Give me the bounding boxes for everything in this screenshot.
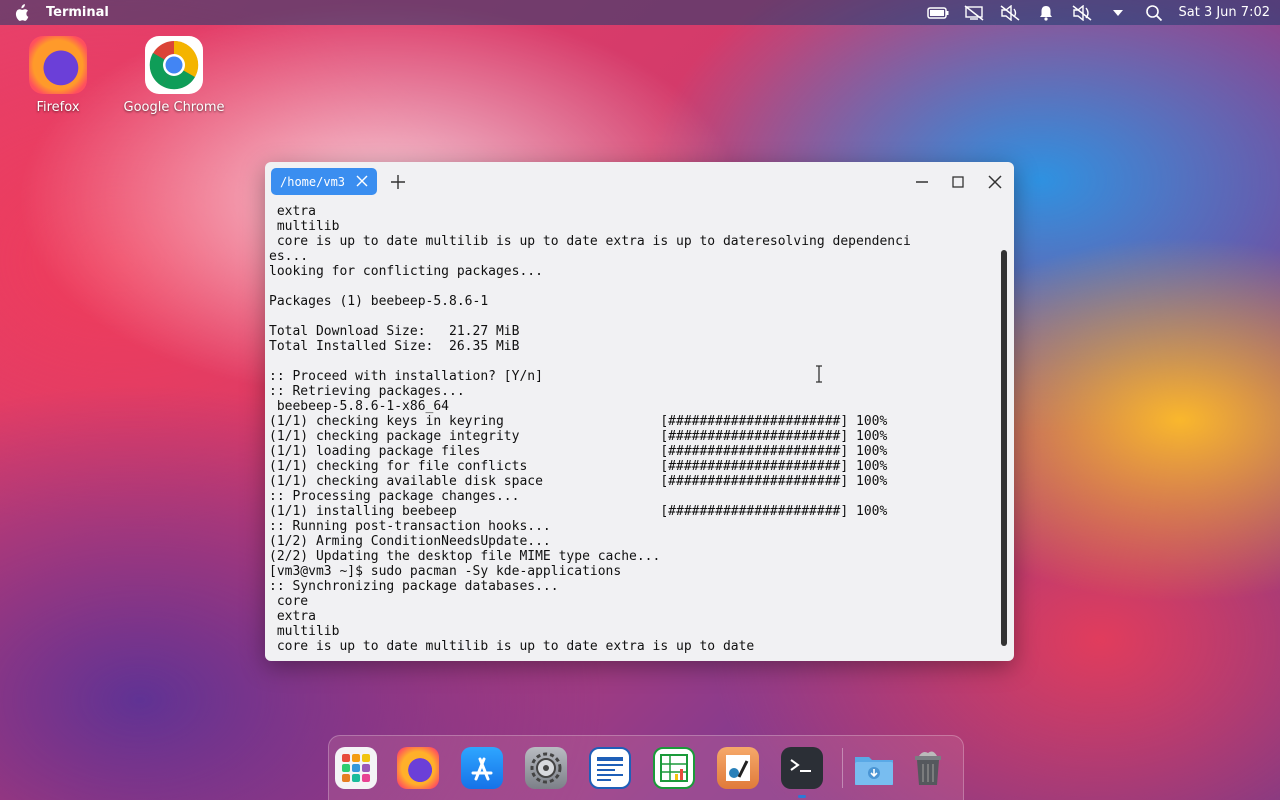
search-icon[interactable] bbox=[1143, 4, 1165, 22]
terminal-line: Total Download Size: 21.27 MiB bbox=[269, 324, 520, 339]
terminal-line: :: Processing package changes... bbox=[269, 489, 520, 504]
active-app-indicator bbox=[798, 795, 806, 798]
system-settings-icon[interactable] bbox=[525, 747, 567, 789]
terminal-line: core is up to date multilib is up to dat… bbox=[269, 234, 911, 249]
system-tray: Sat 3 Jun 7:02 bbox=[926, 0, 1271, 25]
terminal-line: (1/1) checking for file conflicts [#####… bbox=[269, 459, 888, 474]
desktop-icon-chrome[interactable]: Google Chrome bbox=[119, 36, 229, 115]
terminal-line: (1/1) installing beebeep [##############… bbox=[269, 504, 888, 519]
terminal-window[interactable]: /home/vm3 extra multilib core is up to d… bbox=[265, 162, 1014, 661]
close-tab-icon[interactable] bbox=[355, 174, 369, 188]
terminal-line: looking for conflicting packages... bbox=[269, 264, 543, 279]
terminal-line: :: Running post-transaction hooks... bbox=[269, 519, 551, 534]
audio-off-icon[interactable] bbox=[1071, 4, 1093, 22]
terminal-line: (1/1) checking package integrity [######… bbox=[269, 429, 888, 444]
terminal-line: (1/1) checking keys in keyring [########… bbox=[269, 414, 888, 429]
window-titlebar[interactable]: /home/vm3 bbox=[265, 162, 1014, 202]
battery-icon[interactable] bbox=[926, 4, 949, 22]
minimize-icon[interactable] bbox=[913, 173, 931, 191]
active-app-name[interactable]: Terminal bbox=[46, 5, 109, 20]
text-cursor-icon bbox=[816, 365, 822, 383]
chrome-icon bbox=[145, 36, 203, 94]
terminal-line: Packages (1) beebeep-5.8.6-1 bbox=[269, 294, 489, 309]
terminal-line: (1/2) Arming ConditionNeedsUpdate... bbox=[269, 534, 551, 549]
terminal-line: (1/1) loading package files [###########… bbox=[269, 444, 888, 459]
terminal-icon[interactable] bbox=[781, 747, 823, 789]
calc-icon[interactable] bbox=[653, 747, 695, 789]
terminal-line: :: Synchronizing package databases... bbox=[269, 579, 559, 594]
draw-icon[interactable] bbox=[717, 747, 759, 789]
dropdown-arrow-icon[interactable] bbox=[1107, 4, 1129, 22]
terminal-line: (1/1) checking available disk space [###… bbox=[269, 474, 888, 489]
terminal-line: multilib bbox=[269, 219, 340, 234]
desktop-icon-label: Google Chrome bbox=[123, 100, 225, 115]
dock-separator bbox=[842, 748, 843, 788]
terminal-line: core bbox=[269, 594, 309, 609]
writer-icon[interactable] bbox=[589, 747, 631, 789]
desktop-icon-firefox[interactable]: Firefox bbox=[3, 36, 113, 115]
downloads-folder-icon[interactable] bbox=[853, 747, 895, 789]
terminal-line: multilib bbox=[269, 624, 340, 639]
terminal-line: :: Proceed with installation? [Y/n] bbox=[269, 369, 543, 384]
terminal-line: extra bbox=[269, 204, 316, 219]
apple-icon[interactable] bbox=[10, 3, 32, 22]
tab-home-vm3[interactable]: /home/vm3 bbox=[271, 168, 377, 195]
dock bbox=[328, 735, 964, 800]
launchpad-icon[interactable] bbox=[335, 747, 377, 789]
terminal-line: Total Installed Size: 26.35 MiB bbox=[269, 339, 520, 354]
close-window-icon[interactable] bbox=[986, 173, 1004, 191]
terminal-line: es... bbox=[269, 249, 309, 264]
app-store-icon[interactable] bbox=[461, 747, 503, 789]
terminal-line: [vm3@vm3 ~]$ sudo pacman -Sy kde-applica… bbox=[269, 564, 622, 579]
trash-icon[interactable] bbox=[907, 747, 949, 789]
new-tab-icon[interactable] bbox=[389, 173, 407, 191]
volume-muted-icon[interactable] bbox=[999, 4, 1021, 22]
firefox-icon bbox=[29, 36, 87, 94]
network-off-icon[interactable] bbox=[963, 4, 985, 22]
terminal-line: (2/2) Updating the desktop file MIME typ… bbox=[269, 549, 661, 564]
tab-label: /home/vm3 bbox=[280, 174, 346, 189]
terminal-line: beebeep-5.8.6-1-x86_64 bbox=[269, 399, 450, 414]
clock[interactable]: Sat 3 Jun 7:02 bbox=[1179, 5, 1271, 20]
notification-bell-icon[interactable] bbox=[1035, 4, 1057, 22]
terminal-line: :: Retrieving packages... bbox=[269, 384, 465, 399]
maximize-icon[interactable] bbox=[949, 173, 967, 191]
terminal-output[interactable]: extra multilib core is up to date multil… bbox=[269, 204, 1003, 656]
scrollbar[interactable] bbox=[1001, 250, 1007, 646]
top-menu-bar: Terminal Sat 3 Jun 7:02 bbox=[0, 0, 1280, 25]
terminal-line: extra bbox=[269, 609, 316, 624]
desktop-icon-label: Firefox bbox=[36, 100, 80, 115]
terminal-line: core is up to date multilib is up to dat… bbox=[269, 639, 755, 654]
firefox-icon[interactable] bbox=[397, 747, 439, 789]
